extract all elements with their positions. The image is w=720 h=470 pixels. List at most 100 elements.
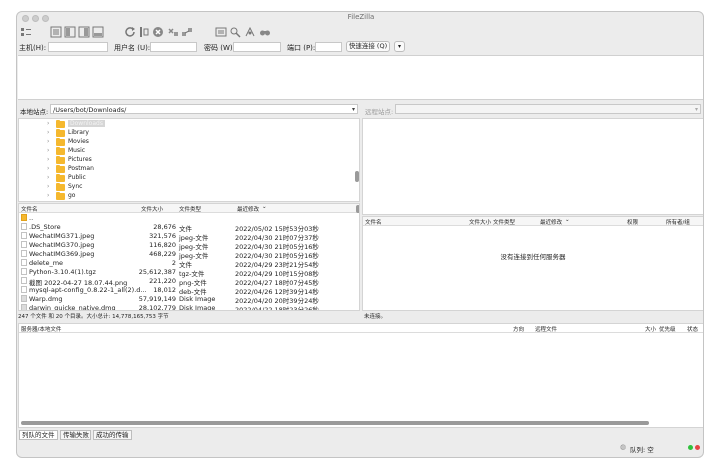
local-file-list-header: 文件名 文件大小 文件类型 最近修改 ⌄	[19, 204, 359, 213]
column-permissions[interactable]: 权限	[627, 218, 638, 226]
file-row[interactable]: Python-3.10.4(1).tgz 25,612,387 tgz-文件 2022…	[19, 268, 359, 278]
password-label: 密码 (W):	[204, 44, 235, 52]
tree-item[interactable]: › go	[19, 192, 349, 201]
file-icon	[21, 232, 27, 239]
cancel-icon[interactable]	[152, 26, 164, 38]
chevron-right-icon[interactable]: ›	[47, 156, 49, 163]
site-manager-icon[interactable]	[20, 26, 32, 38]
chevron-right-icon[interactable]: ›	[47, 138, 49, 145]
local-file-list[interactable]: 文件名 文件大小 文件类型 最近修改 ⌄ .. .DS_Store 28,676 文件…	[18, 203, 360, 311]
tree-item[interactable]: › Movies	[19, 138, 349, 147]
file-row[interactable]: WechatIMG370.jpeg 116,820 jpeg-文件 2022/04/3…	[19, 241, 359, 251]
column-modified[interactable]: 最近修改	[540, 218, 562, 226]
file-icon	[21, 250, 27, 257]
chevron-right-icon[interactable]: ›	[47, 183, 49, 190]
reconnect-icon[interactable]	[181, 26, 193, 38]
file-row[interactable]: darwin_quicke_native.dmg 28,102,779 Disk I…	[19, 304, 359, 311]
title-bar: FileZilla	[17, 12, 703, 24]
file-row[interactable]: WechatIMG369.jpeg 468,229 jpeg-文件 2022/04/3…	[19, 250, 359, 260]
remote-site-label: 远程站点:	[365, 108, 394, 116]
chevron-right-icon[interactable]: ›	[47, 192, 49, 199]
local-path-combobox[interactable]: /Users/bot/Downloads/ ▾	[50, 104, 358, 114]
file-row[interactable]: 截图 2022-04-27 18.07.44.png 221,220 png-文件 2…	[19, 277, 359, 287]
column-filesize[interactable]: 文件大小	[469, 218, 491, 226]
column-size[interactable]: 大小	[645, 325, 656, 333]
column-remote-file[interactable]: 远程文件	[535, 325, 557, 333]
directory-listing-filter-icon[interactable]	[215, 26, 227, 38]
column-owner-group[interactable]: 所有者/组	[666, 218, 690, 226]
tab-successful-transfers[interactable]: 成功的传输	[93, 430, 132, 440]
local-tree-scrollbar[interactable]	[355, 171, 359, 182]
file-row[interactable]: Warp.dmg 57,919,149 Disk Image 2022/04/20 2…	[19, 295, 359, 305]
column-filename[interactable]: 文件名	[21, 205, 38, 213]
local-directory-tree[interactable]: › Downloads › Library › Movies › Music › Pictures…	[18, 118, 360, 202]
chevron-right-icon[interactable]: ›	[47, 120, 49, 127]
tab-queued-files[interactable]: 列队的文件	[19, 430, 58, 440]
column-filename[interactable]: 文件名	[365, 218, 382, 226]
column-filetype[interactable]: 文件类型	[179, 205, 201, 213]
column-server-local-file[interactable]: 服务器/本地文件	[21, 325, 61, 333]
file-name: ..	[29, 214, 34, 222]
tree-item[interactable]: › Postman	[19, 165, 349, 174]
tree-item-label: Postman	[68, 165, 94, 172]
chevron-right-icon[interactable]: ›	[47, 129, 49, 136]
file-icon	[21, 268, 27, 275]
column-priority[interactable]: 优先级	[659, 325, 676, 333]
column-filetype[interactable]: 文件类型	[493, 218, 515, 226]
quickconnect-button[interactable]: 快速连接 (Q)	[346, 41, 390, 52]
chevron-down-icon[interactable]: ▾	[695, 106, 698, 113]
message-log[interactable]	[18, 55, 703, 100]
file-modified: 2022/04/22 18时23分26秒	[235, 306, 319, 311]
disconnect-icon[interactable]	[167, 26, 179, 38]
file-icon	[21, 241, 27, 248]
remote-path-combobox[interactable]: ▾	[395, 104, 701, 114]
search-remote-files-icon[interactable]	[259, 26, 271, 38]
file-row[interactable]: ..	[19, 214, 359, 223]
local-list-scrollbar[interactable]	[356, 205, 359, 213]
toggle-remote-tree-icon[interactable]	[78, 26, 90, 38]
queue-horizontal-scrollbar[interactable]	[21, 421, 649, 425]
toggle-local-tree-icon[interactable]	[64, 26, 76, 38]
file-row[interactable]: mysql-apt-config_0.8.22-1_all(2).d... 18,…	[19, 286, 359, 296]
port-input[interactable]	[315, 42, 342, 52]
tree-item[interactable]: › Library	[19, 129, 349, 138]
port-label: 端口 (P):	[287, 44, 316, 52]
column-modified[interactable]: 最近修改	[237, 205, 259, 213]
tree-item[interactable]: › Public	[19, 174, 349, 183]
process-queue-icon[interactable]	[138, 26, 150, 38]
transfer-queue[interactable]: 服务器/本地文件 方向 远程文件 大小 优先级 状态	[18, 323, 703, 428]
tree-item[interactable]: › Sync	[19, 183, 349, 192]
file-row[interactable]: .DS_Store 28,676 文件 2022/05/02 15时53分03秒	[19, 223, 359, 233]
column-filesize[interactable]: 文件大小	[141, 205, 163, 213]
receive-indicator-icon	[688, 445, 693, 450]
chevron-right-icon[interactable]: ›	[47, 174, 49, 181]
refresh-icon[interactable]	[124, 26, 136, 38]
chevron-right-icon[interactable]: ›	[47, 165, 49, 172]
tab-failed-transfers[interactable]: 传输失败	[60, 430, 91, 440]
remote-file-list[interactable]: 文件名 文件大小 文件类型 最近修改 ⌄ 权限 所有者/组 没有连接到任何服务器	[362, 216, 703, 311]
chevron-down-icon[interactable]: ▾	[352, 106, 355, 113]
compare-directories-icon[interactable]	[229, 26, 241, 38]
password-input[interactable]	[233, 42, 281, 52]
file-size: 25,612,387	[138, 268, 176, 276]
column-direction[interactable]: 方向	[513, 325, 524, 333]
tree-item[interactable]: › Downloads	[19, 120, 349, 129]
file-row[interactable]: delete_me 2 文件 2022/04/29 23时21分54秒	[19, 259, 359, 269]
tree-item[interactable]: › Music	[19, 147, 349, 156]
toggle-message-log-icon[interactable]	[50, 26, 62, 38]
chevron-right-icon[interactable]: ›	[47, 147, 49, 154]
toggle-queue-icon[interactable]	[92, 26, 104, 38]
host-input[interactable]	[48, 42, 108, 52]
column-status[interactable]: 状态	[687, 325, 698, 333]
username-input[interactable]	[150, 42, 197, 52]
file-size: 57,919,149	[138, 295, 176, 303]
file-size: 221,220	[149, 277, 176, 285]
file-row[interactable]: WechatIMG371.jpeg 321,576 jpeg-文件 2022/04/3…	[19, 232, 359, 242]
file-size: 468,229	[149, 250, 176, 258]
tree-item[interactable]: › Pictures	[19, 156, 349, 165]
sync-browsing-icon[interactable]	[244, 26, 256, 38]
remote-directory-tree[interactable]	[362, 118, 703, 215]
quickconnect-history-dropdown[interactable]: ▾	[394, 41, 405, 52]
file-name: .DS_Store	[29, 223, 61, 231]
file-size: 28,676	[153, 223, 176, 231]
